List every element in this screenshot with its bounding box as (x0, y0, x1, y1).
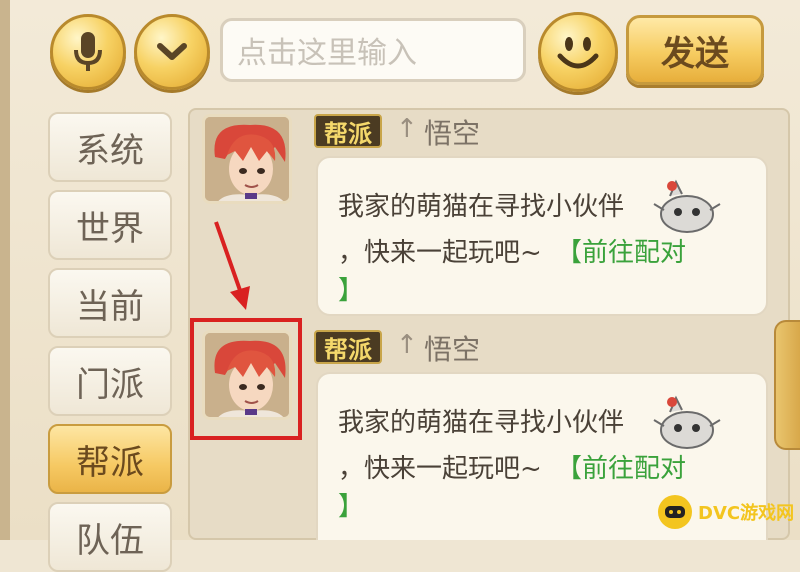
rank-icon: ↑ (396, 114, 418, 144)
message-bubble: 我家的萌猫在寻找小伙伴 ，快来一起玩吧~ 【前往配对 】 (316, 156, 768, 316)
avatar[interactable] (202, 114, 292, 204)
annotation-arrow (214, 221, 250, 310)
match-link[interactable]: 【前往配对 (556, 232, 686, 269)
tab-system[interactable]: 系统 (48, 112, 172, 182)
gamepad-icon (658, 495, 692, 529)
tab-label: 门派 (76, 364, 144, 405)
channel-badge: 帮派 (314, 114, 382, 148)
tab-label: 当前 (76, 286, 144, 327)
tab-world[interactable]: 世界 (48, 190, 172, 260)
emoji-button[interactable] (538, 12, 618, 92)
tab-current[interactable]: 当前 (48, 268, 172, 338)
watermark: DVC游戏网 (658, 490, 800, 534)
highlight-box (190, 318, 302, 440)
tab-label: 队伍 (76, 520, 144, 561)
send-button[interactable]: 发送 (626, 15, 764, 85)
match-link-close[interactable]: 】 (338, 270, 364, 307)
microphone-icon (74, 32, 102, 71)
message-text: 我家的萌猫在寻找小伙伴 (338, 192, 625, 222)
chat-input-placeholder: 点击这里输入 (237, 36, 417, 71)
tab-team[interactable]: 队伍 (48, 502, 172, 572)
sender-name[interactable]: 悟空 (424, 112, 480, 152)
chat-input[interactable]: 点击这里输入 (220, 18, 526, 82)
chevron-down-icon (157, 43, 187, 60)
collapse-button[interactable] (134, 14, 210, 90)
cat-emote-icon (653, 179, 721, 233)
tab-label: 系统 (76, 130, 144, 171)
chat-panel: 点击这里输入 发送 系统 世界 当前 门派 帮派 队伍 帮派 ↑ 悟空 我家的萌… (0, 0, 800, 572)
message-text: ，快来一起玩吧~ (338, 238, 542, 268)
message-text: ，快来一起玩吧~ (338, 454, 542, 484)
tab-label: 帮派 (76, 442, 144, 483)
tab-guild[interactable]: 帮派 (48, 424, 172, 494)
match-link[interactable]: 【前往配对 (556, 448, 686, 485)
sender-name[interactable]: 悟空 (424, 328, 480, 368)
character-portrait (205, 117, 289, 201)
tab-label: 世界 (76, 208, 144, 249)
match-link-close[interactable]: 】 (338, 486, 364, 523)
voice-button[interactable] (50, 14, 126, 90)
rank-icon: ↑ (396, 330, 418, 360)
send-label: 发送 (661, 33, 729, 74)
panel-expand-handle[interactable] (774, 320, 800, 450)
smiley-icon (557, 37, 599, 69)
channel-label: 帮派 (324, 335, 372, 364)
cat-emote-icon (653, 395, 721, 449)
watermark-text: DVC游戏网 (698, 503, 795, 524)
message-text: 我家的萌猫在寻找小伙伴 (338, 408, 625, 438)
channel-label: 帮派 (324, 119, 372, 148)
tab-sect[interactable]: 门派 (48, 346, 172, 416)
channel-badge: 帮派 (314, 330, 382, 364)
